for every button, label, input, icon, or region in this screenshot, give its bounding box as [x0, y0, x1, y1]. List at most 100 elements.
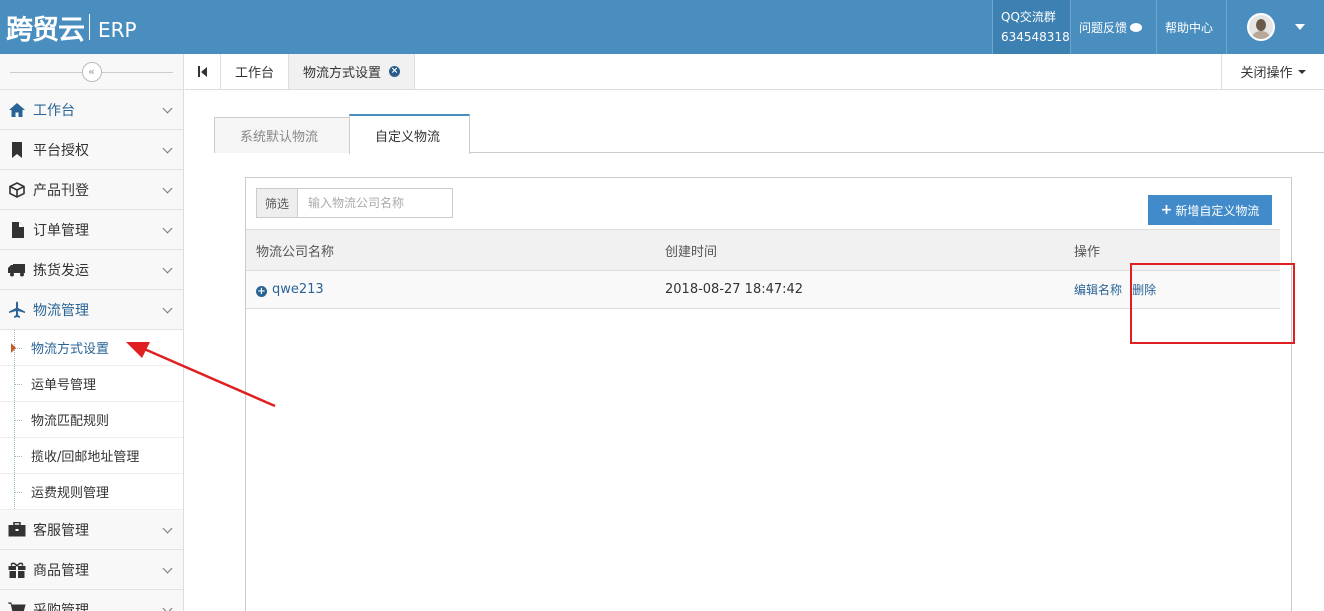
tab-label: 自定义物流	[375, 129, 441, 145]
sidebar-subitem-label: 物流匹配规则	[31, 414, 110, 429]
cell-actions: 编辑名称 删除	[1064, 281, 1280, 298]
sidebar-item-label: 客服管理	[33, 522, 89, 539]
page-tab-bar: 工作台 物流方式设置 × 关闭操作	[185, 54, 1324, 90]
logo[interactable]: 跨贸云 ERP	[0, 0, 137, 54]
expand-row-toggle[interactable]: + qwe213	[256, 282, 324, 297]
skip-back-icon	[198, 66, 200, 77]
logo-suffix: ERP	[98, 17, 137, 42]
logistics-submenu: 物流方式设置 运单号管理 物流匹配规则 揽收/回邮地址管理 运费规则管理	[0, 330, 183, 510]
add-button-label: 新增自定义物流	[1175, 203, 1260, 218]
chevron-down-icon	[162, 103, 173, 114]
sidebar-item-label: 商品管理	[33, 562, 89, 579]
filter-group: 筛选	[256, 188, 453, 218]
tab-system-default-logistics[interactable]: 系统默认物流	[214, 117, 350, 153]
chevron-down-icon	[1294, 24, 1305, 30]
tab-custom-logistics[interactable]: 自定义物流	[349, 114, 470, 154]
chevron-down-icon	[162, 603, 173, 611]
sidebar: « 工作台 平台授权 产品刊登 订单管理 拣货发运 物流管理 物流方式设置 运单…	[0, 54, 184, 611]
top-header: 跨贸云 ERP QQ交流群 634548318 问题反馈 帮助中心	[0, 0, 1324, 54]
close-operations-label: 关闭操作	[1240, 66, 1293, 81]
table-row: + qwe213 2018-08-27 18:47:42 编辑名称 删除	[246, 271, 1280, 309]
user-menu[interactable]	[1226, 0, 1324, 54]
logistics-company-search-input[interactable]	[298, 188, 453, 218]
feedback-link[interactable]: 问题反馈	[1070, 0, 1156, 54]
sidebar-item-customer-service[interactable]: 客服管理	[0, 510, 183, 550]
main-content: 系统默认物流 自定义物流 筛选 + 新增自定义物流 物流公司名称 创建时间 操作…	[185, 91, 1324, 611]
tab-logistics-methods[interactable]: 物流方式设置 ×	[289, 54, 416, 89]
chevron-down-icon	[162, 223, 173, 234]
sidebar-subitem-matching-rules[interactable]: 物流匹配规则	[0, 402, 183, 438]
comment-icon	[1130, 22, 1143, 32]
sidebar-subitem-logistics-methods[interactable]: 物流方式设置	[0, 330, 183, 366]
file-icon	[8, 221, 26, 239]
plane-icon	[8, 301, 26, 319]
sidebar-item-label: 产品刊登	[33, 182, 89, 199]
tab-workbench[interactable]: 工作台	[221, 54, 290, 89]
custom-logistics-panel: 筛选 + 新增自定义物流 物流公司名称 创建时间 操作 + qwe213 2018…	[245, 177, 1292, 611]
cell-company: + qwe213	[246, 282, 655, 297]
sidebar-item-logistics[interactable]: 物流管理	[0, 290, 183, 330]
sidebar-item-label: 订单管理	[33, 222, 89, 239]
sidebar-item-label: 物流管理	[33, 302, 89, 319]
sidebar-subitem-freight-rules[interactable]: 运费规则管理	[0, 474, 183, 510]
chevron-down-icon	[162, 183, 173, 194]
logistics-table: 物流公司名称 创建时间 操作 + qwe213 2018-08-27 18:47:…	[246, 229, 1280, 309]
tab-label: 工作台	[235, 66, 275, 81]
sidebar-item-label: 工作台	[33, 102, 75, 119]
close-icon[interactable]: ×	[389, 66, 401, 77]
home-icon	[8, 101, 26, 119]
bookmark-icon	[8, 141, 26, 159]
sidebar-subitem-pickup-return-address[interactable]: 揽收/回邮地址管理	[0, 438, 183, 474]
chevron-down-icon	[162, 143, 173, 154]
tab-label: 系统默认物流	[240, 130, 319, 145]
chevron-down-icon	[1297, 69, 1306, 74]
sidebar-subitem-tracking-numbers[interactable]: 运单号管理	[0, 366, 183, 402]
sidebar-item-orders[interactable]: 订单管理	[0, 210, 183, 250]
add-custom-logistics-button[interactable]: + 新增自定义物流	[1148, 195, 1272, 225]
plus-circle-icon: +	[256, 286, 267, 297]
filter-label: 筛选	[256, 188, 298, 218]
qq-group-label: QQ交流群	[1001, 10, 1056, 24]
sidebar-item-label: 平台授权	[33, 142, 89, 159]
plus-icon: +	[1160, 202, 1173, 218]
delete-link[interactable]: 删除	[1132, 283, 1156, 297]
sidebar-subitem-label: 运单号管理	[31, 378, 97, 393]
sidebar-subitem-label: 揽收/回邮地址管理	[31, 450, 140, 465]
feedback-label: 问题反馈	[1079, 20, 1128, 35]
sidebar-subitem-label: 运费规则管理	[31, 486, 110, 501]
sidebar-item-label: 拣货发运	[33, 262, 89, 279]
gift-icon	[8, 561, 26, 579]
column-header-created: 创建时间	[665, 244, 718, 260]
close-operations-dropdown[interactable]: 关闭操作	[1221, 54, 1324, 89]
column-header-actions: 操作	[1074, 244, 1101, 260]
chevron-down-icon	[162, 263, 173, 274]
tab-label: 物流方式设置	[303, 66, 382, 81]
sidebar-item-workbench[interactable]: 工作台	[0, 90, 183, 130]
chevron-down-icon	[162, 303, 173, 314]
logo-divider	[89, 14, 90, 40]
help-center-link[interactable]: 帮助中心	[1156, 0, 1226, 54]
sidebar-item-picking-shipping[interactable]: 拣货发运	[0, 250, 183, 290]
sidebar-item-label: 采购管理	[33, 602, 89, 611]
edit-name-link[interactable]: 编辑名称	[1074, 283, 1122, 297]
chevron-down-icon	[162, 523, 173, 534]
sidebar-item-platform-auth[interactable]: 平台授权	[0, 130, 183, 170]
qq-group[interactable]: QQ交流群 634548318	[992, 0, 1070, 54]
cube-icon	[8, 181, 26, 199]
qq-group-number: 634548318	[1001, 30, 1070, 44]
collapse-icon[interactable]: «	[81, 61, 102, 82]
active-indicator-icon	[11, 343, 16, 353]
cell-created: 2018-08-27 18:47:42	[665, 282, 804, 297]
truck-icon	[8, 261, 26, 279]
sidebar-item-purchasing[interactable]: 采购管理	[0, 590, 183, 611]
help-center-label: 帮助中心	[1165, 20, 1214, 35]
chevron-down-icon	[162, 563, 173, 574]
logo-text: 跨贸云	[6, 14, 85, 46]
tab-scroll-back-button[interactable]	[185, 54, 221, 89]
table-header: 物流公司名称 创建时间 操作	[246, 229, 1280, 271]
sidebar-item-product-listing[interactable]: 产品刊登	[0, 170, 183, 210]
sidebar-item-goods[interactable]: 商品管理	[0, 550, 183, 590]
avatar	[1246, 13, 1275, 41]
company-name: qwe213	[272, 282, 324, 297]
briefcase-icon	[8, 521, 26, 539]
